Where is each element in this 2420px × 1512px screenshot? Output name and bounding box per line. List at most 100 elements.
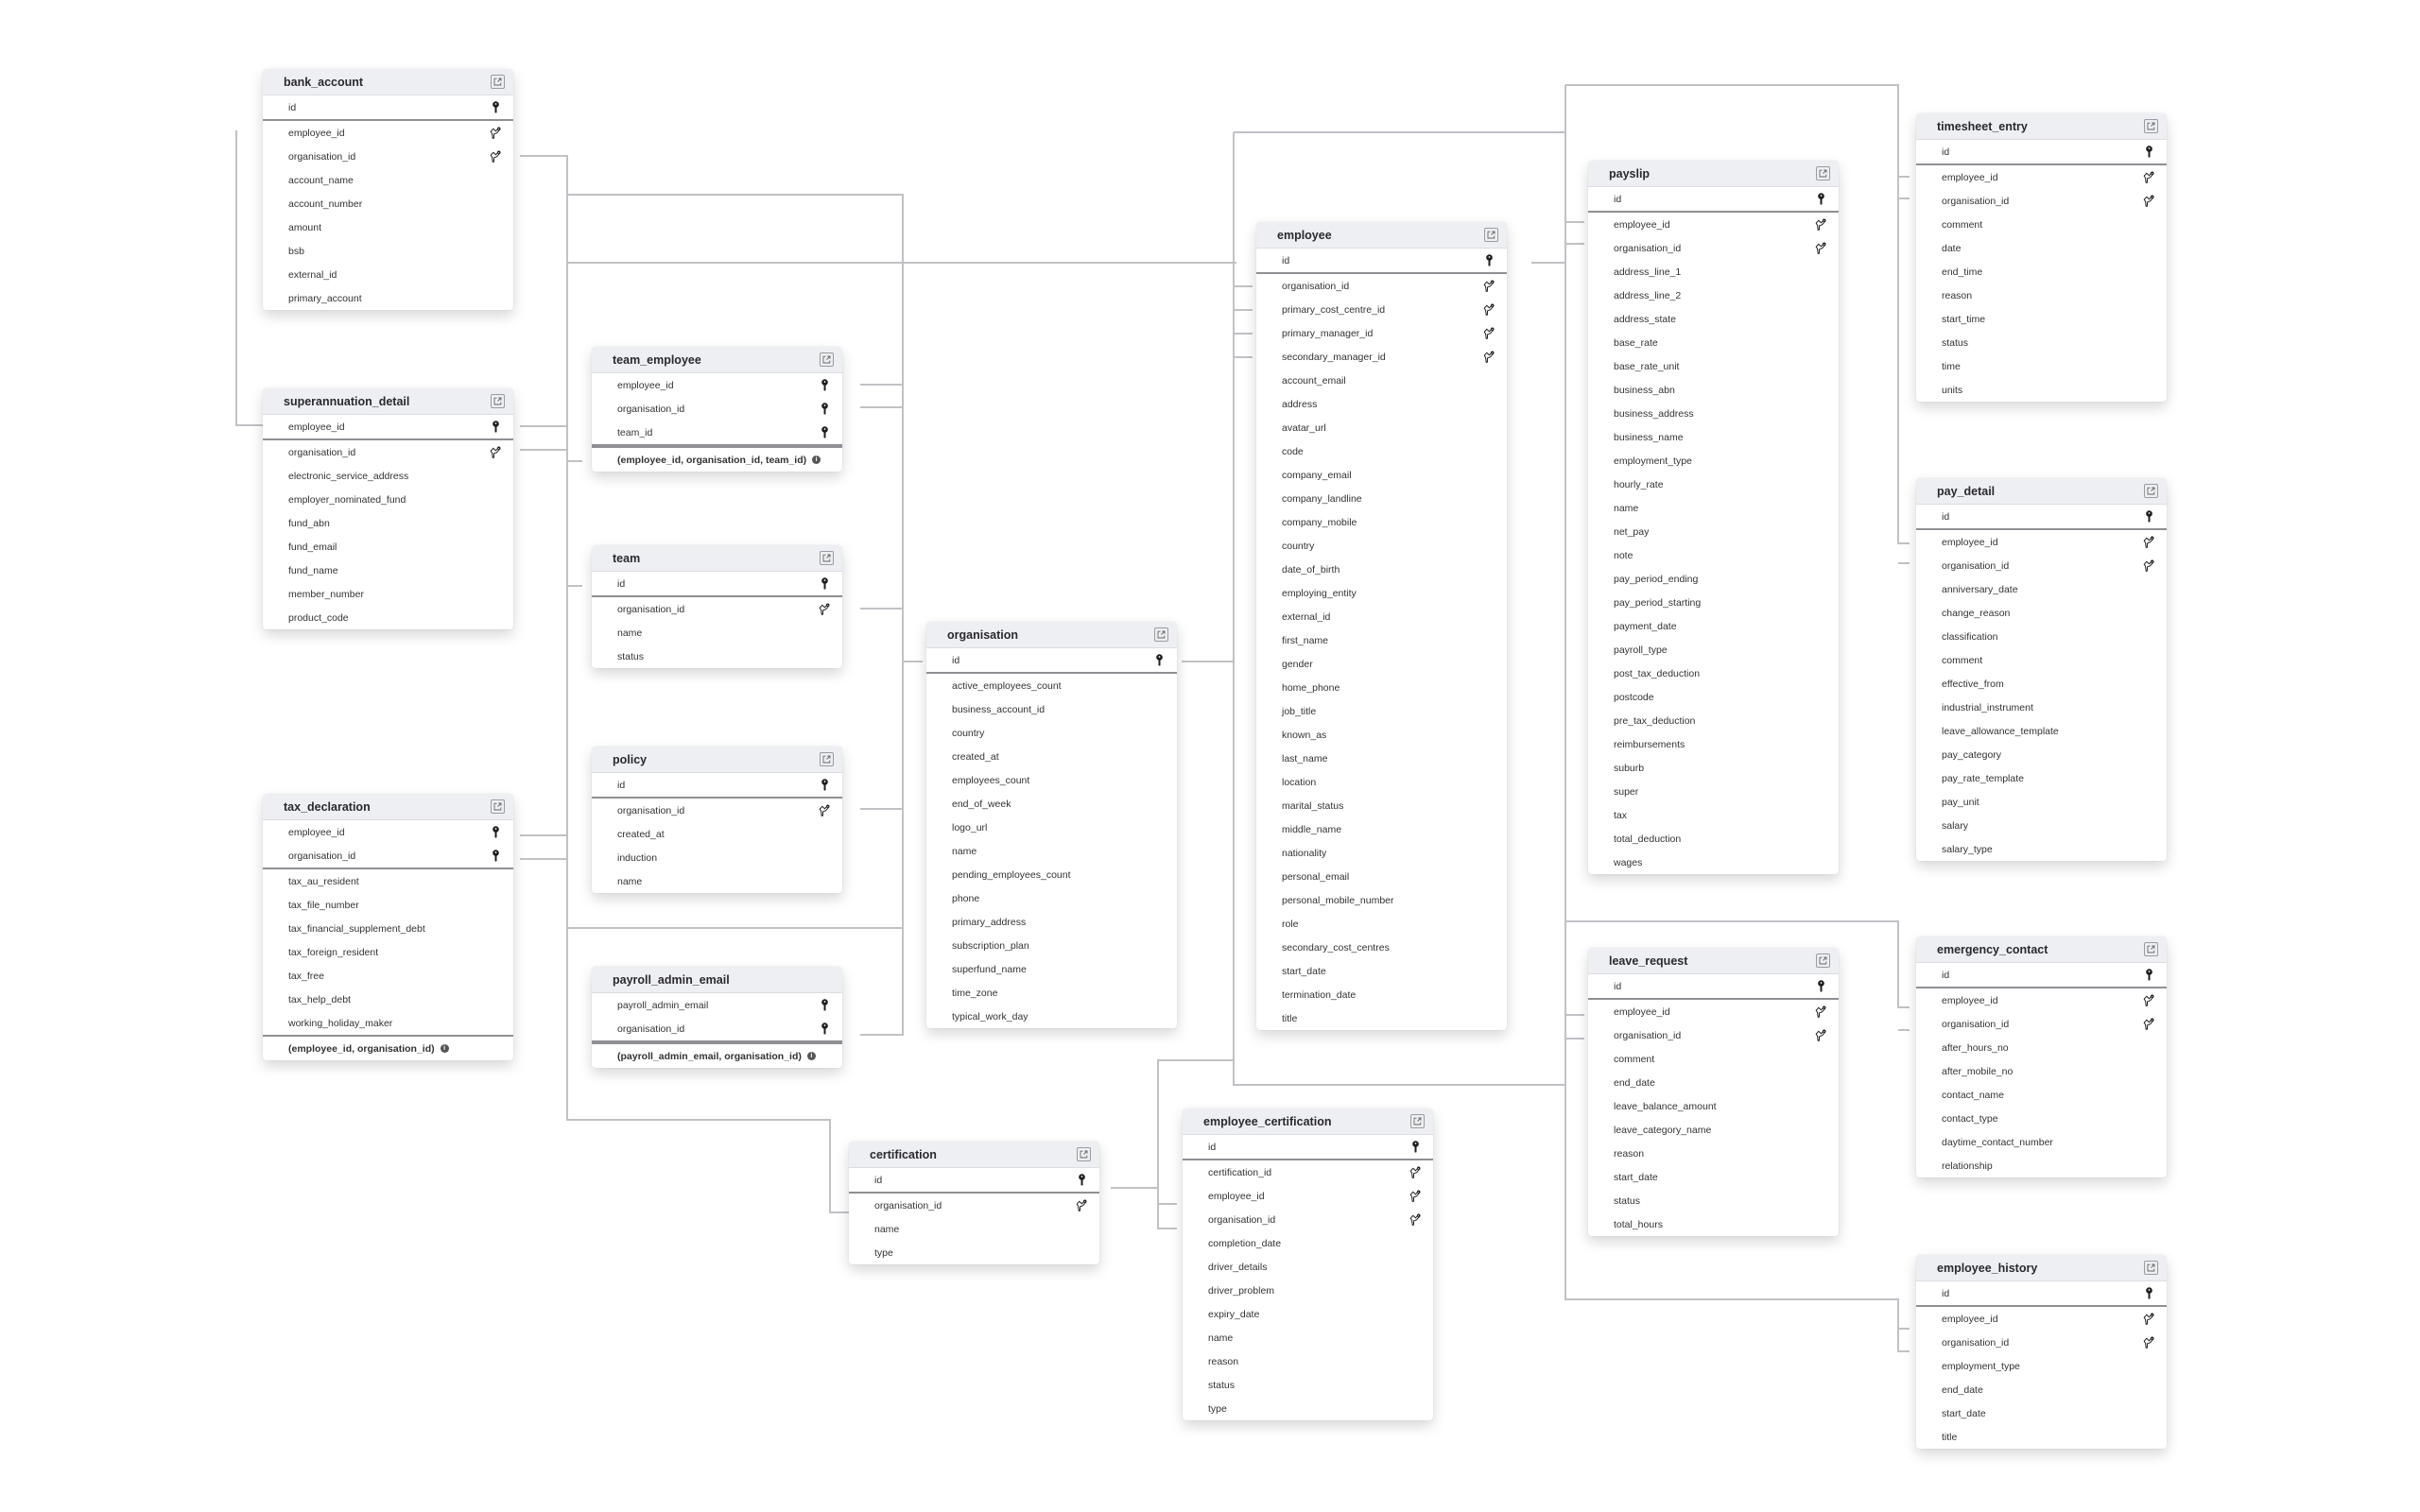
column-row[interactable]: pay_period_starting bbox=[1588, 591, 1839, 614]
column-row[interactable]: status bbox=[1588, 1189, 1839, 1212]
external-link-icon[interactable] bbox=[2144, 484, 2158, 498]
column-row[interactable]: id bbox=[1256, 249, 1507, 274]
column-row[interactable]: status bbox=[1916, 331, 2167, 354]
column-row[interactable]: organisation_id bbox=[1916, 1331, 2167, 1354]
column-row[interactable]: middle_name bbox=[1256, 817, 1507, 841]
column-row[interactable]: industrial_instrument bbox=[1916, 696, 2167, 719]
column-row[interactable]: contact_type bbox=[1916, 1107, 2167, 1130]
column-row[interactable]: id bbox=[849, 1168, 1099, 1194]
table-header[interactable]: leave_request bbox=[1588, 948, 1839, 974]
column-row[interactable]: organisation_id bbox=[849, 1194, 1099, 1217]
column-row[interactable]: type bbox=[1183, 1397, 1433, 1420]
column-row[interactable]: organisation_id bbox=[592, 597, 842, 621]
column-row[interactable]: business_address bbox=[1588, 402, 1839, 425]
column-row[interactable]: primary_address bbox=[926, 910, 1177, 934]
column-row[interactable]: date bbox=[1916, 236, 2167, 260]
column-row[interactable]: personal_mobile_number bbox=[1256, 888, 1507, 912]
column-row[interactable]: id bbox=[926, 648, 1177, 674]
column-row[interactable]: pre_tax_deduction bbox=[1588, 709, 1839, 732]
column-row[interactable]: employee_id bbox=[263, 820, 513, 844]
table-team[interactable]: team id organisation_id name status bbox=[592, 545, 842, 668]
column-row[interactable]: organisation_id bbox=[1588, 236, 1839, 260]
info-icon[interactable]: i bbox=[812, 455, 821, 464]
column-row[interactable]: employees_count bbox=[926, 768, 1177, 792]
column-row[interactable]: completion_date bbox=[1183, 1231, 1433, 1255]
column-row[interactable]: id bbox=[1916, 505, 2167, 530]
column-row[interactable]: net_pay bbox=[1588, 520, 1839, 543]
table-header[interactable]: team bbox=[592, 545, 842, 572]
column-row[interactable]: status bbox=[592, 644, 842, 668]
column-row[interactable]: business_name bbox=[1588, 425, 1839, 449]
external-link-icon[interactable] bbox=[1816, 166, 1830, 180]
column-row[interactable]: effective_from bbox=[1916, 672, 2167, 696]
external-link-icon[interactable] bbox=[820, 352, 834, 367]
column-row[interactable]: logo_url bbox=[926, 816, 1177, 839]
column-row[interactable]: id bbox=[1916, 963, 2167, 988]
column-row[interactable]: start_time bbox=[1916, 307, 2167, 331]
table-header[interactable]: employee bbox=[1256, 222, 1507, 249]
column-row[interactable]: team_id bbox=[592, 421, 842, 446]
column-row[interactable]: id bbox=[1916, 140, 2167, 165]
column-row[interactable]: reason bbox=[1183, 1349, 1433, 1373]
column-row[interactable]: name bbox=[849, 1217, 1099, 1241]
column-row[interactable]: end_date bbox=[1916, 1378, 2167, 1401]
column-row[interactable]: post_tax_deduction bbox=[1588, 662, 1839, 685]
column-row[interactable]: pending_employees_count bbox=[926, 863, 1177, 886]
column-row[interactable]: business_account_id bbox=[926, 697, 1177, 721]
column-row[interactable]: gender bbox=[1256, 652, 1507, 676]
column-row[interactable]: organisation_id bbox=[1916, 554, 2167, 577]
table-header[interactable]: organisation bbox=[926, 622, 1177, 648]
column-row[interactable]: employee_id bbox=[592, 373, 842, 397]
column-row[interactable]: electronic_service_address bbox=[263, 464, 513, 488]
external-link-icon[interactable] bbox=[1154, 627, 1168, 642]
column-row[interactable]: organisation_id bbox=[592, 397, 842, 421]
column-row[interactable]: secondary_manager_id bbox=[1256, 345, 1507, 369]
table-employee[interactable]: employee id organisation_id primary_cost_ce… bbox=[1256, 222, 1507, 1030]
column-row[interactable]: nationality bbox=[1256, 841, 1507, 865]
info-icon[interactable]: i bbox=[806, 1052, 816, 1060]
column-row[interactable]: typical_work_day bbox=[926, 1005, 1177, 1028]
column-row[interactable]: fund_name bbox=[263, 558, 513, 582]
table-payslip[interactable]: payslip id employee_id organisation_id addre… bbox=[1588, 161, 1839, 874]
info-icon[interactable]: i bbox=[440, 1044, 449, 1053]
column-row[interactable]: organisation_id bbox=[592, 799, 842, 822]
column-row[interactable]: after_hours_no bbox=[1916, 1036, 2167, 1059]
column-row[interactable]: organisation_id bbox=[263, 844, 513, 869]
column-row[interactable]: superfund_name bbox=[926, 957, 1177, 981]
external-link-icon[interactable] bbox=[820, 752, 834, 766]
column-row[interactable]: reason bbox=[1916, 284, 2167, 307]
column-row[interactable]: employee_id bbox=[1916, 988, 2167, 1012]
column-row[interactable]: comment bbox=[1916, 213, 2167, 236]
column-row[interactable]: company_landline bbox=[1256, 487, 1507, 510]
column-row[interactable]: country bbox=[926, 721, 1177, 745]
column-row[interactable]: employee_id bbox=[1588, 213, 1839, 236]
column-row[interactable]: id bbox=[592, 773, 842, 799]
column-row[interactable]: employment_type bbox=[1916, 1354, 2167, 1378]
column-row[interactable]: reason bbox=[1588, 1142, 1839, 1165]
table-header[interactable]: payroll_admin_email bbox=[592, 967, 842, 993]
column-row[interactable]: organisation_id bbox=[1256, 274, 1507, 298]
table-superannuation-detail[interactable]: superannuation_detail employee_id organisa… bbox=[263, 388, 513, 629]
column-row[interactable]: title bbox=[1916, 1425, 2167, 1449]
table-header[interactable]: team_employee bbox=[592, 347, 842, 373]
column-row[interactable]: employee_id bbox=[1183, 1184, 1433, 1208]
column-row[interactable]: first_name bbox=[1256, 628, 1507, 652]
column-row[interactable]: leave_category_name bbox=[1588, 1118, 1839, 1142]
column-row[interactable]: certification_id bbox=[1183, 1160, 1433, 1184]
column-row[interactable]: address_line_2 bbox=[1588, 284, 1839, 307]
column-row[interactable]: units bbox=[1916, 378, 2167, 402]
table-team-employee[interactable]: team_employee employee_id organisation_id t… bbox=[592, 347, 842, 472]
column-row[interactable]: tax_au_resident bbox=[263, 869, 513, 893]
column-row[interactable]: payroll_type bbox=[1588, 638, 1839, 662]
column-row[interactable]: tax_free bbox=[263, 964, 513, 988]
external-link-icon[interactable] bbox=[491, 75, 505, 89]
column-row[interactable]: id bbox=[1588, 187, 1839, 213]
column-row[interactable]: company_mobile bbox=[1256, 510, 1507, 534]
table-bank-account[interactable]: bank_account id employee_id organisation_id… bbox=[263, 69, 513, 310]
column-row[interactable]: last_name bbox=[1256, 747, 1507, 770]
column-row[interactable]: avatar_url bbox=[1256, 416, 1507, 439]
column-row[interactable]: start_date bbox=[1588, 1165, 1839, 1189]
column-row[interactable]: active_employees_count bbox=[926, 674, 1177, 697]
column-row[interactable]: member_number bbox=[263, 582, 513, 606]
column-row[interactable]: reimbursements bbox=[1588, 732, 1839, 756]
